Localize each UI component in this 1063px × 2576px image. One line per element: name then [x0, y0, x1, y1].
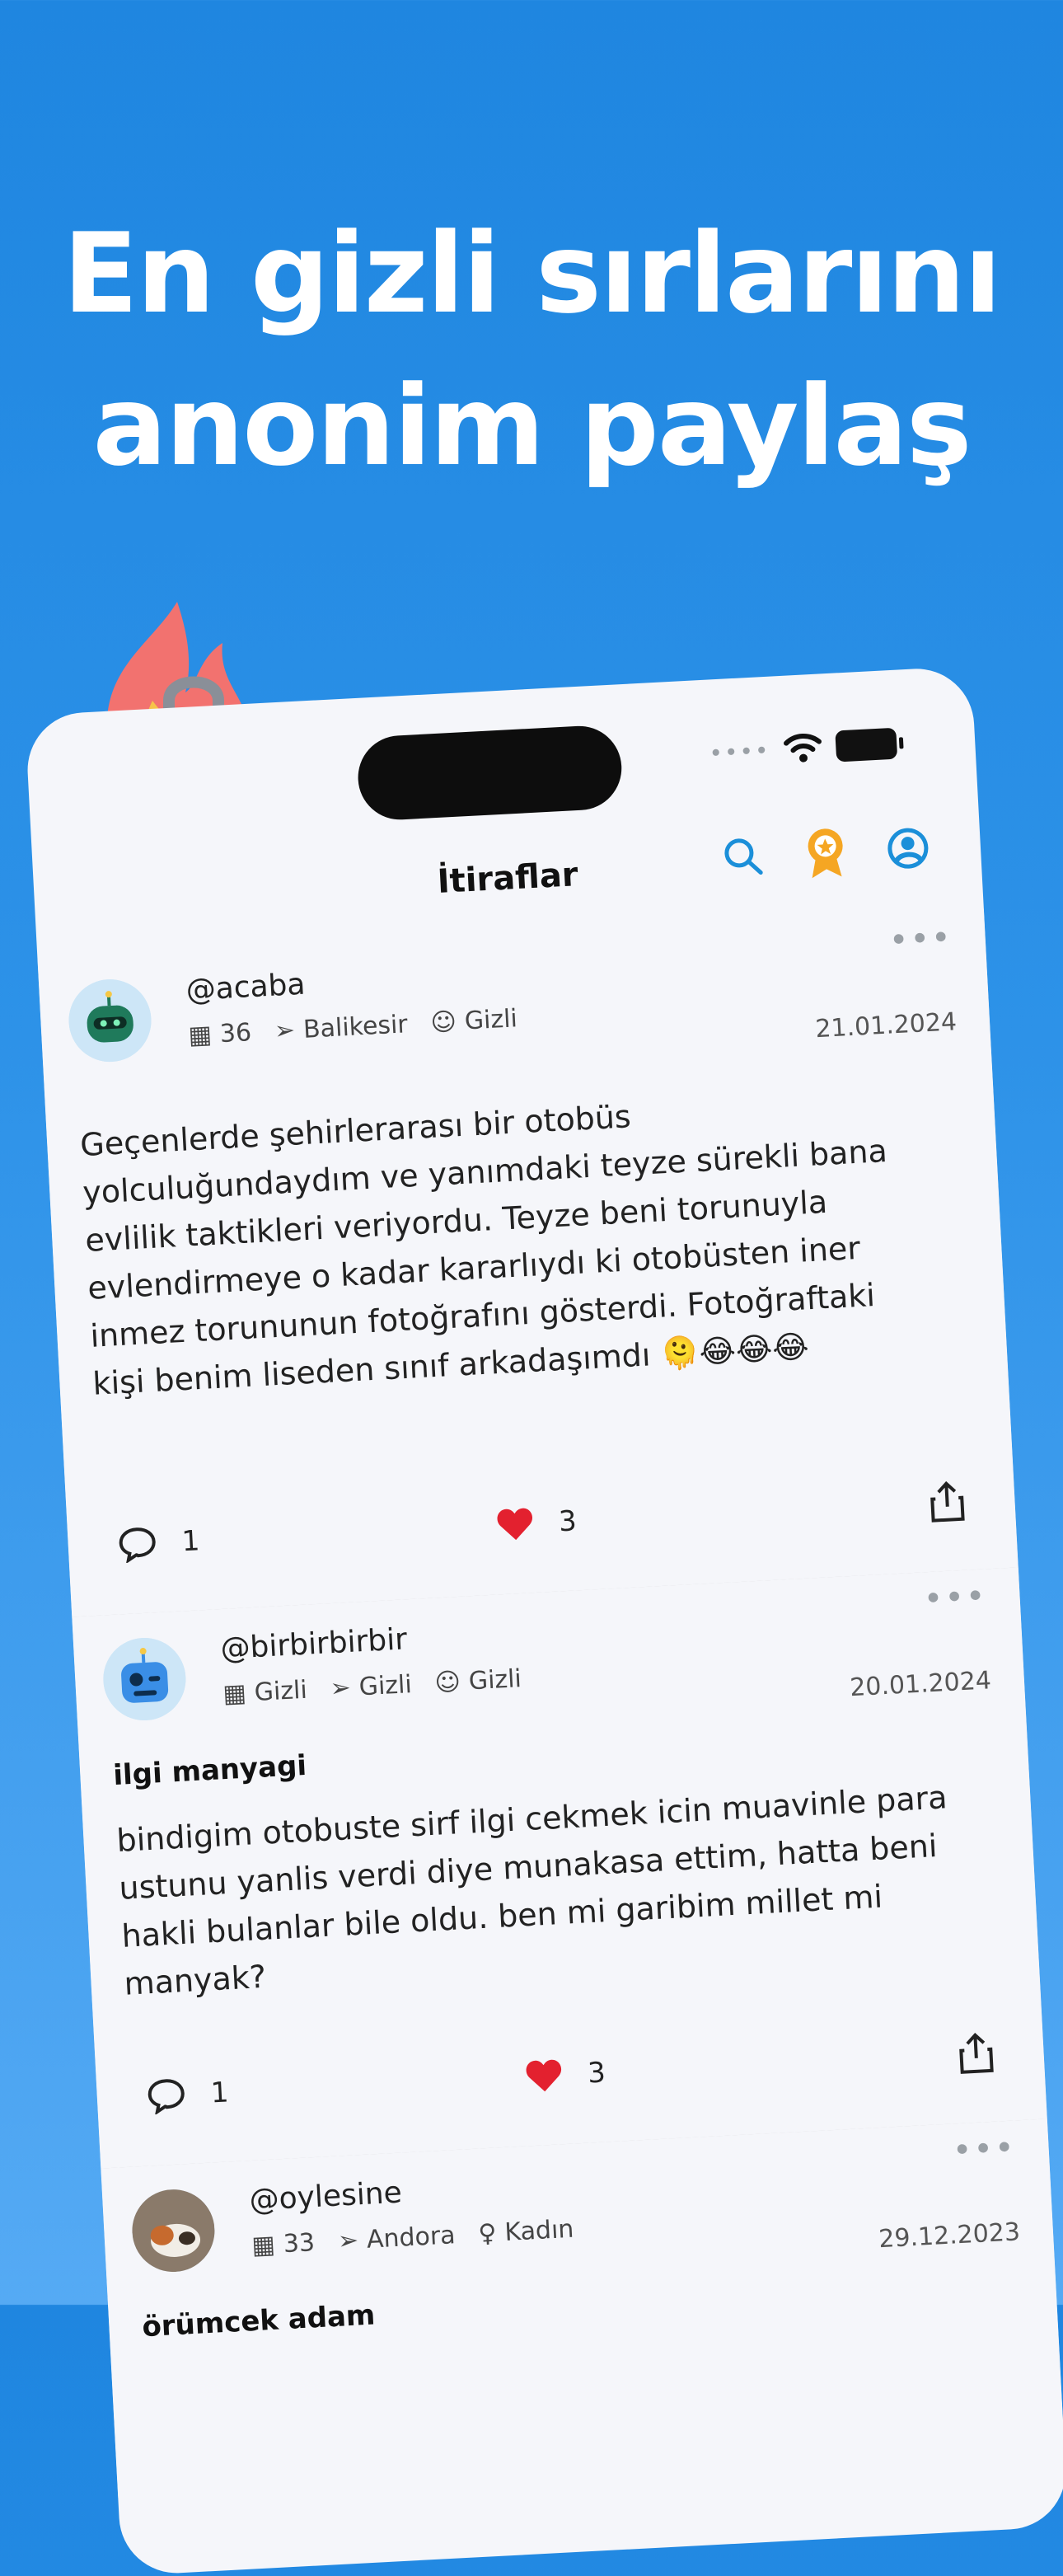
gender: Gizli: [463, 1004, 518, 1036]
comment-button[interactable]: 1: [146, 2059, 527, 2115]
post-meta: ▦ Gizli ➢ Gizli ☺ Gizli: [222, 1664, 522, 1709]
username[interactable]: @birbirbirbir: [220, 1622, 408, 1666]
post-date: 29.12.2023: [878, 2217, 1021, 2255]
headline-line-1: En gizli sırlarını: [63, 209, 1001, 338]
post-card[interactable]: @acaba ▦ 36 ➢ Balikesir ☺ Gizli ••• 21.01.2…: [37, 908, 1019, 1620]
avatar[interactable]: [101, 1635, 188, 1723]
headline-line-2: anonim paylaş: [92, 362, 972, 490]
username[interactable]: @acaba: [185, 968, 307, 1008]
location: Andora: [366, 2221, 457, 2255]
profile-icon[interactable]: [883, 824, 932, 873]
comment-count: 1: [180, 1524, 201, 1559]
avatar[interactable]: [129, 2187, 217, 2274]
status-bar: ••••: [708, 727, 898, 769]
post-actions: 1 3: [116, 1480, 966, 1567]
post-meta: ▦ 33 ➢ Andora ♀ Kadın: [251, 2215, 575, 2260]
award-badge-icon[interactable]: [801, 825, 850, 880]
calendar-icon: ▦: [251, 2230, 276, 2261]
comment-icon: [148, 2079, 185, 2115]
post-body: bindigim otobuste sirf ilgi cekmek icin …: [115, 1779, 948, 2002]
username[interactable]: @oylesine: [249, 2176, 403, 2218]
calendar-icon: ▦: [187, 1020, 213, 1051]
heart-icon: [497, 1508, 532, 1541]
like-button[interactable]: 3: [524, 2037, 958, 2094]
female-icon: ♀: [477, 2218, 498, 2249]
battery-icon: [835, 727, 898, 762]
smiley-icon: ☺: [433, 1667, 461, 1698]
location-arrow-icon: ➢: [329, 1673, 352, 1704]
like-button[interactable]: 3: [495, 1485, 930, 1542]
location: Gizli: [358, 1670, 413, 1702]
share-icon[interactable]: [928, 1480, 967, 1524]
avatar[interactable]: [66, 977, 154, 1064]
location-arrow-icon: ➢: [337, 2226, 359, 2256]
gender: Kadın: [503, 2214, 575, 2248]
more-options-icon[interactable]: •••: [952, 2128, 1017, 2170]
post-meta: ▦ 36 ➢ Balikesir ☺ Gizli: [188, 1004, 518, 1050]
dynamic-island: [355, 724, 624, 822]
age: Gizli: [253, 1675, 308, 1708]
smiley-icon: ☺: [429, 1007, 457, 1038]
cat-photo-avatar-icon: [129, 2187, 217, 2274]
wifi-icon: [784, 734, 822, 762]
post-body: Geçenlerde şehirlerarası bir otobüs yolc…: [79, 1098, 888, 1402]
post-card[interactable]: @oylesine ▦ 33 ➢ Andora ♀ Kadın ••• 29.12.2…: [101, 2119, 1063, 2499]
post-date: 20.01.2024: [849, 1666, 992, 1703]
share-icon[interactable]: [957, 2031, 995, 2076]
phone-frame: •••• İtiraflar @acaba ▦ 36 ➢ Balikesir ☺…: [25, 665, 1063, 2576]
comment-button[interactable]: 1: [117, 1507, 498, 1564]
heart-icon: [526, 2059, 562, 2092]
search-icon[interactable]: [719, 833, 768, 881]
nav-actions: [719, 821, 933, 884]
post-title: ilgi manyagi: [112, 1748, 307, 1793]
post-date: 21.01.2024: [814, 1007, 958, 1044]
location: Balikesir: [302, 1010, 409, 1044]
location-arrow-icon: ➢: [274, 1016, 297, 1046]
like-count: 3: [587, 2056, 606, 2090]
signal-dots: ••••: [708, 736, 771, 767]
calendar-icon: ▦: [222, 1678, 247, 1710]
more-options-icon[interactable]: •••: [888, 918, 953, 960]
post-actions: 1 3: [146, 2031, 995, 2119]
more-options-icon[interactable]: •••: [923, 1577, 988, 1618]
comment-icon: [119, 1527, 156, 1564]
post-card[interactable]: @birbirbirbir ▦ Gizli ➢ Gizli ☺ Gizli ••• 2…: [72, 1567, 1047, 2171]
post-title: örümcek adam: [141, 2298, 377, 2344]
robot-avatar-icon: [66, 977, 154, 1064]
age: 33: [282, 2228, 316, 2259]
age: 36: [219, 1018, 252, 1049]
headline: En gizli sırlarını anonim paylaş: [0, 198, 1063, 503]
comment-count: 1: [209, 2076, 230, 2110]
like-count: 3: [558, 1504, 578, 1539]
gender: Gizli: [467, 1664, 522, 1696]
robot-avatar-icon: [101, 1635, 188, 1723]
